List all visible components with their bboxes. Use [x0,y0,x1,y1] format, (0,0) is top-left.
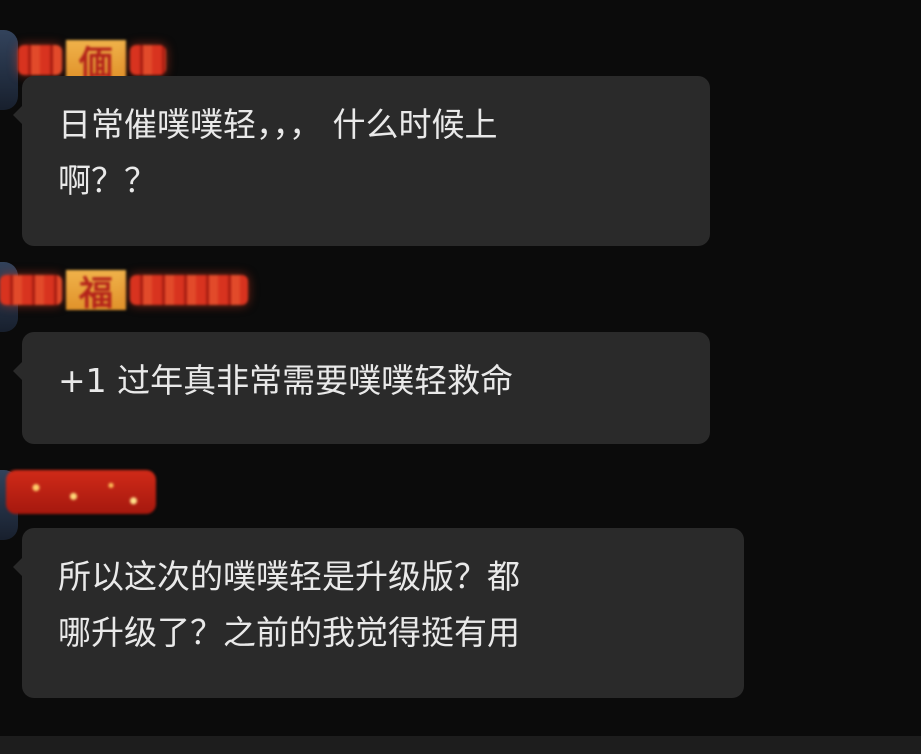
name-tag-char: 偭 [66,40,126,80]
message-bubble[interactable]: +1 过年真非常需要噗噗轻救命 [13,332,710,444]
message-text-line: 啊？？ [58,161,157,200]
sender-name-tag[interactable]: 福 [0,268,248,312]
message-text-line: 所以这次的噗噗轻是升级版？都 [58,557,520,596]
message-bubble[interactable]: 所以这次的噗噗轻是升级版？都 哪升级了？之前的我觉得挺有用 [13,528,744,698]
message-text-line: +1 过年真非常需要噗噗轻救命 [58,361,514,400]
sender-avatar[interactable] [0,30,18,110]
bottom-divider [0,736,921,754]
sender-name-tag[interactable] [6,470,156,514]
message-text-line: 哪升级了？之前的我觉得挺有用 [58,613,520,652]
message-text-line: 日常催噗噗轻，，， 什么时候上 [58,105,498,144]
name-tag-char: 福 [66,270,126,310]
message-bubble[interactable]: 日常催噗噗轻，，， 什么时候上 啊？？ [13,76,710,246]
